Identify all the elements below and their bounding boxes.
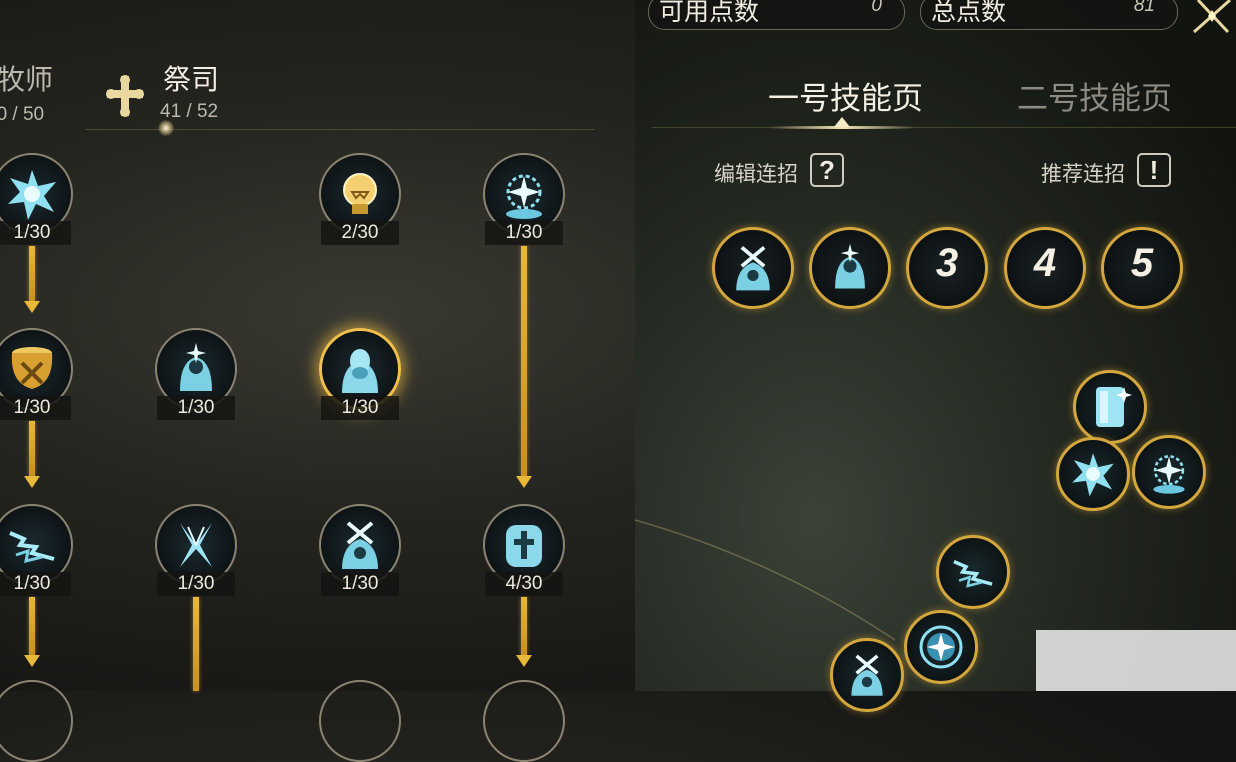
skill-node[interactable]: 1/30 xyxy=(0,153,73,245)
skill-node[interactable]: 1/30 xyxy=(0,328,73,420)
class-name: 祭司 xyxy=(163,64,220,95)
edit-combo-label[interactable]: 编辑连招 xyxy=(714,158,798,188)
combo-node[interactable] xyxy=(904,610,978,684)
available-points: 可用点数 0 xyxy=(648,0,905,30)
recommend-combo-label[interactable]: 推荐连招 xyxy=(1041,158,1125,188)
slot-number: 4 xyxy=(1033,241,1057,285)
tree-connector xyxy=(193,597,199,691)
skill-level: 2/30 xyxy=(321,221,399,245)
skill-level: 1/30 xyxy=(0,396,71,420)
tree-connector-arrow xyxy=(516,476,532,488)
lightning-icon xyxy=(9,531,55,564)
class-progress: 50 / 50 xyxy=(0,104,45,125)
tree-connector xyxy=(29,421,35,476)
crossed-hands-icon xyxy=(342,521,378,569)
lightning-icon xyxy=(953,560,993,588)
bulb-icon xyxy=(343,173,377,214)
combo-slot[interactable]: 4 xyxy=(1004,227,1086,309)
total-points-value: 81 xyxy=(1133,0,1155,16)
swords-icon[interactable] xyxy=(1188,0,1236,36)
skill-node[interactable] xyxy=(319,680,401,762)
sun-dome-icon xyxy=(1153,455,1185,494)
holy-cross-icon xyxy=(106,75,144,117)
crossed-hands-icon xyxy=(736,246,770,291)
skill-node[interactable] xyxy=(0,680,73,762)
skill-node[interactable]: 1/30 xyxy=(0,504,73,596)
tree-connector xyxy=(29,246,35,301)
available-points-label: 可用点数 xyxy=(659,0,760,26)
total-points: 总点数 81 xyxy=(920,0,1178,30)
slot-number: 3 xyxy=(935,241,959,285)
skill-node[interactable]: 1/30 xyxy=(483,153,565,245)
tree-connector xyxy=(29,597,35,655)
combo-node[interactable] xyxy=(1073,370,1147,444)
skill-node[interactable]: 1/30 xyxy=(319,328,401,420)
gold-urn-icon xyxy=(11,347,53,389)
skill-level: 1/30 xyxy=(321,396,399,420)
tab-indicator xyxy=(158,120,174,136)
tree-connector-arrow xyxy=(24,301,40,313)
edit-combo-help-button[interactable]: ? xyxy=(810,153,844,187)
skill-node[interactable] xyxy=(483,680,565,762)
skill-node[interactable]: 1/30 xyxy=(319,504,401,596)
tree-connector xyxy=(521,597,527,655)
holy-shield-icon xyxy=(506,525,542,567)
skill-level: 1/30 xyxy=(157,396,235,420)
combo-slot[interactable]: 3 xyxy=(906,227,988,309)
sun-dome-icon xyxy=(506,174,542,219)
combo-node[interactable] xyxy=(1132,435,1206,509)
prayer-icon xyxy=(180,343,212,391)
cross-slash-icon xyxy=(180,523,212,567)
crossed-hands-icon xyxy=(851,654,883,696)
page-tab-underline xyxy=(652,127,1236,128)
available-points-value: 0 xyxy=(871,0,882,16)
combo-slot[interactable] xyxy=(809,227,891,309)
skill-node[interactable]: 1/30 xyxy=(155,504,237,596)
combo-node[interactable] xyxy=(1056,437,1130,511)
skill-level: 1/30 xyxy=(157,572,235,596)
combo-slot[interactable]: 5 xyxy=(1101,227,1183,309)
prayer-icon xyxy=(835,243,865,289)
tree-connector-arrow xyxy=(24,476,40,488)
skill-node[interactable]: 4/30 xyxy=(483,504,565,596)
skill-level: 1/30 xyxy=(485,221,563,245)
class-tab-priest[interactable]: 牧师 50 / 50 xyxy=(0,58,53,126)
blessing-icon xyxy=(342,349,378,393)
tree-connector xyxy=(521,246,527,476)
combo-slot[interactable] xyxy=(712,227,794,309)
combo-node[interactable] xyxy=(936,535,1010,609)
slot-number: 5 xyxy=(1130,241,1154,285)
ice-pillar-icon xyxy=(1096,387,1132,427)
combo-node[interactable] xyxy=(830,638,904,712)
recommend-combo-help-button[interactable]: ! xyxy=(1137,153,1171,187)
star-orb-icon xyxy=(919,625,963,669)
skill-level: 4/30 xyxy=(485,572,563,596)
skill-level: 1/30 xyxy=(0,572,71,596)
tab-skill-page-2[interactable]: 二号技能页 xyxy=(1017,73,1172,118)
class-tab-cleric[interactable]: 祭司 41 / 52 xyxy=(105,58,265,128)
tree-connector-arrow xyxy=(516,655,532,667)
skill-node[interactable]: 2/30 xyxy=(319,153,401,245)
tree-connector-arrow xyxy=(24,655,40,667)
watermark-overlay xyxy=(1036,630,1236,691)
page-tab-marker xyxy=(834,117,850,127)
burst-icon xyxy=(8,170,56,220)
class-name: 牧师 xyxy=(0,64,54,95)
tab-skill-page-1[interactable]: 一号技能页 xyxy=(768,73,923,118)
total-points-label: 总点数 xyxy=(931,0,1007,26)
skill-level: 1/30 xyxy=(0,221,71,245)
skill-node[interactable]: 1/30 xyxy=(155,328,237,420)
skill-level: 1/30 xyxy=(321,572,399,596)
burst-icon xyxy=(1072,453,1114,497)
